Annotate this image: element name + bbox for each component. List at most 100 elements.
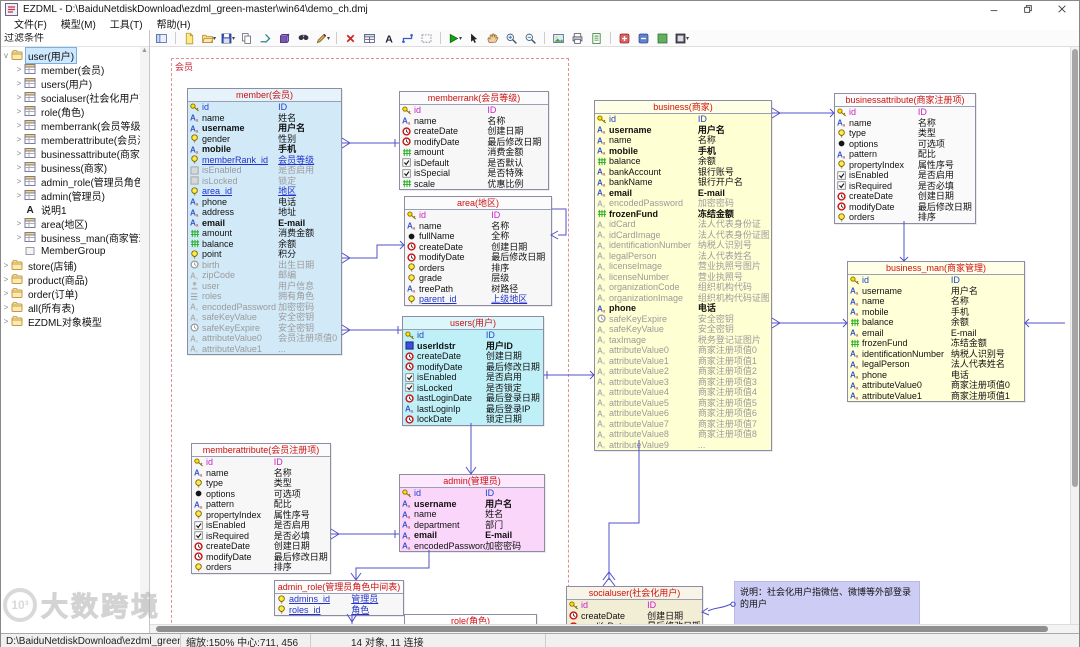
dropdown-caret[interactable]: ▾ <box>459 35 462 42</box>
field-row[interactable]: Aa lastLoginIp 最后登录IP <box>403 404 543 415</box>
table-title-users[interactable]: users(用户) <box>403 317 543 330</box>
field-row[interactable]: modifyDate 最后修改日期 <box>835 202 975 213</box>
field-row[interactable]: Aa zipCode 邮编 <box>188 270 341 281</box>
field-row[interactable]: Aa name 名称 <box>835 118 975 129</box>
expand-arrow-icon[interactable]: > <box>14 79 24 88</box>
expand-arrow-icon[interactable]: > <box>14 177 24 186</box>
expand-arrow-icon[interactable]: > <box>14 219 24 228</box>
menu-item-1[interactable]: 模型(M) <box>54 16 103 31</box>
tree-item-role-[interactable]: > role(角色) <box>1 104 149 119</box>
tree-item-admin-[interactable]: > admin(管理员) <box>1 188 149 203</box>
expand-arrow-icon[interactable]: > <box>14 121 24 130</box>
field-row[interactable]: memberRank_id 会员等级 <box>188 155 341 166</box>
field-row[interactable]: Aa idCard 法人代表身份证 <box>595 219 771 230</box>
field-row[interactable]: createDate 创建日期 <box>405 242 551 253</box>
field-row[interactable]: scale 优惠比例 <box>400 179 548 190</box>
field-row[interactable]: isEnabled 是否启用 <box>835 170 975 181</box>
table-title-admin[interactable]: admin(管理员) <box>400 475 544 488</box>
maximize-button[interactable] <box>1011 1 1045 17</box>
expand-arrow-icon[interactable]: > <box>1 261 11 270</box>
field-row[interactable]: Aa pattern 配比 <box>835 149 975 160</box>
toolbar-report-button[interactable] <box>587 30 606 46</box>
toolbar-pan-tool-button[interactable] <box>483 30 502 46</box>
field-row[interactable]: Aa name 名称 <box>405 221 551 232</box>
table-title-memberrank[interactable]: memberrank(会员等级) <box>400 92 548 105</box>
relation-business-businessman[interactable] <box>771 317 848 329</box>
field-row[interactable]: Aa name 名称 <box>848 296 1024 307</box>
tree-item-store-[interactable]: > store(店铺) <box>1 258 149 273</box>
table-title-memberattribute[interactable]: memberattribute(会员注册项) <box>192 444 330 457</box>
horizontal-scrollbar-thumb[interactable] <box>156 626 1048 632</box>
field-row[interactable]: frozenFund 冻结金额 <box>595 209 771 220</box>
field-row[interactable]: Aa address 地址 <box>188 207 341 218</box>
relation-businessman-right[interactable] <box>1024 318 1065 328</box>
table-title-role[interactable]: role(角色) <box>405 615 536 624</box>
expand-arrow-icon[interactable]: > <box>1 275 11 284</box>
expand-arrow-icon[interactable]: > <box>1 289 11 298</box>
expand-arrow-icon[interactable]: > <box>1 303 11 312</box>
field-row[interactable]: roles_id 角色 <box>275 605 403 616</box>
field-row[interactable]: orders 排序 <box>405 263 551 274</box>
field-row[interactable]: isEnabled 是否启用 <box>192 520 330 531</box>
field-row[interactable]: Aa attributeValue6 商家注册项值6 <box>595 408 771 419</box>
tree-item--1[interactable]: A 说明1 <box>1 202 149 217</box>
toolbar-object-browser-button[interactable] <box>275 30 294 46</box>
field-row[interactable]: Aa phone 电话 <box>848 370 1024 381</box>
toolbar-select-tool-button[interactable] <box>464 30 483 46</box>
tree-item-product-[interactable]: > product(商品) <box>1 272 149 287</box>
relation-note-socialuser[interactable] <box>700 601 736 616</box>
table-title-socialuser[interactable]: socialuser(社会化用户) <box>567 587 702 600</box>
field-row[interactable]: Aa encodedPassword 加密密码 <box>400 541 544 552</box>
expand-arrow-icon[interactable]: > <box>14 65 24 74</box>
field-row[interactable]: amount 消费金额 <box>400 147 548 158</box>
expand-arrow-icon[interactable]: > <box>14 233 24 242</box>
vertical-scrollbar[interactable] <box>1070 47 1079 624</box>
vertical-scrollbar-thumb[interactable] <box>1072 49 1078 487</box>
collapse-arrow-icon[interactable]: v <box>1 51 11 60</box>
field-row[interactable]: balance 余额 <box>595 156 771 167</box>
field-row[interactable]: Aa taxImage 税务登记证图片 <box>595 335 771 346</box>
field-row[interactable]: Aa username 用户名 <box>400 499 544 510</box>
field-row[interactable]: lockDate 锁定日期 <box>403 414 543 425</box>
field-row[interactable]: Aa mobile 手机 <box>848 307 1024 318</box>
tree-item-EZDML-[interactable]: > EZDML对象模型 <box>1 314 149 329</box>
menu-item-3[interactable]: 帮助(H) <box>150 16 198 31</box>
field-row[interactable]: Aa attributeValue7 商家注册项值7 <box>595 419 771 430</box>
field-row[interactable]: id ID <box>192 457 330 468</box>
field-row[interactable]: Aa safeKeyValue 安全密钥 <box>188 312 341 323</box>
field-row[interactable]: createDate 创建日期 <box>400 126 548 137</box>
field-row[interactable]: isRequired 是否必填 <box>835 181 975 192</box>
field-row[interactable]: Aa name 名称 <box>400 116 548 127</box>
field-row[interactable]: Aa mobile 手机 <box>188 144 341 155</box>
field-row[interactable]: Aa encodedPassword 加密密码 <box>188 302 341 313</box>
entity-table-memberrank[interactable]: memberrank(会员等级) id ID Aa name 名称 createDate 创建… <box>399 91 549 190</box>
toolbar-print-button[interactable] <box>568 30 587 46</box>
toolbar-db-sync-button[interactable] <box>634 30 653 46</box>
tree-item-user-[interactable]: v user(用户) <box>1 47 149 64</box>
field-row[interactable]: admins_id 管理员 <box>275 594 403 605</box>
field-row[interactable]: safeKeyExpire 安全密钥 <box>188 323 341 334</box>
field-row[interactable]: createDate 创建日期 <box>192 541 330 552</box>
entity-table-member[interactable]: member(会员) id ID Aa name 姓名 Aa username 用户名 gende… <box>187 88 342 355</box>
toolbar-find-button[interactable] <box>294 30 313 46</box>
field-row[interactable]: AaorganizationImage 组织机构代码证图片 <box>595 293 771 304</box>
field-row[interactable]: Aa attributeValue0 商家注册项值0 <box>595 345 771 356</box>
dropdown-caret[interactable]: ▾ <box>686 35 689 42</box>
field-row[interactable]: Aa attributeValue4 商家注册项值4 <box>595 387 771 398</box>
toolbar-zoom-out-button[interactable] <box>521 30 540 46</box>
field-row[interactable]: Aa attributeValue0 商家注册项值0 <box>848 380 1024 391</box>
field-row[interactable]: type 类型 <box>192 478 330 489</box>
tree-item-users-[interactable]: > users(用户) <box>1 76 149 91</box>
relation-business-socialuser[interactable] <box>602 440 640 587</box>
field-row[interactable]: isLocked 是否锁定 <box>403 383 543 394</box>
field-row[interactable]: Aa attributeValue0 会员注册项值0 <box>188 333 341 344</box>
table-title-admin_role[interactable]: admin_role(管理员角色中间表) <box>275 581 403 594</box>
entity-table-area[interactable]: area(地区) id ID Aa name 名称 fullName 全称 createDate… <box>404 196 552 306</box>
filter-input[interactable] <box>1 32 149 44</box>
field-row[interactable]: isEnabled 是否启用 <box>403 372 543 383</box>
field-row[interactable]: Aa attributeValue8 商家注册项值8 <box>595 429 771 440</box>
dropdown-caret[interactable]: ▾ <box>213 35 216 42</box>
toolbar-generate-code-button[interactable] <box>615 30 634 46</box>
field-row[interactable]: userIdstr 用户ID <box>403 341 543 352</box>
field-row[interactable]: AaidCardImage 法人代表身份证图片 <box>595 230 771 241</box>
